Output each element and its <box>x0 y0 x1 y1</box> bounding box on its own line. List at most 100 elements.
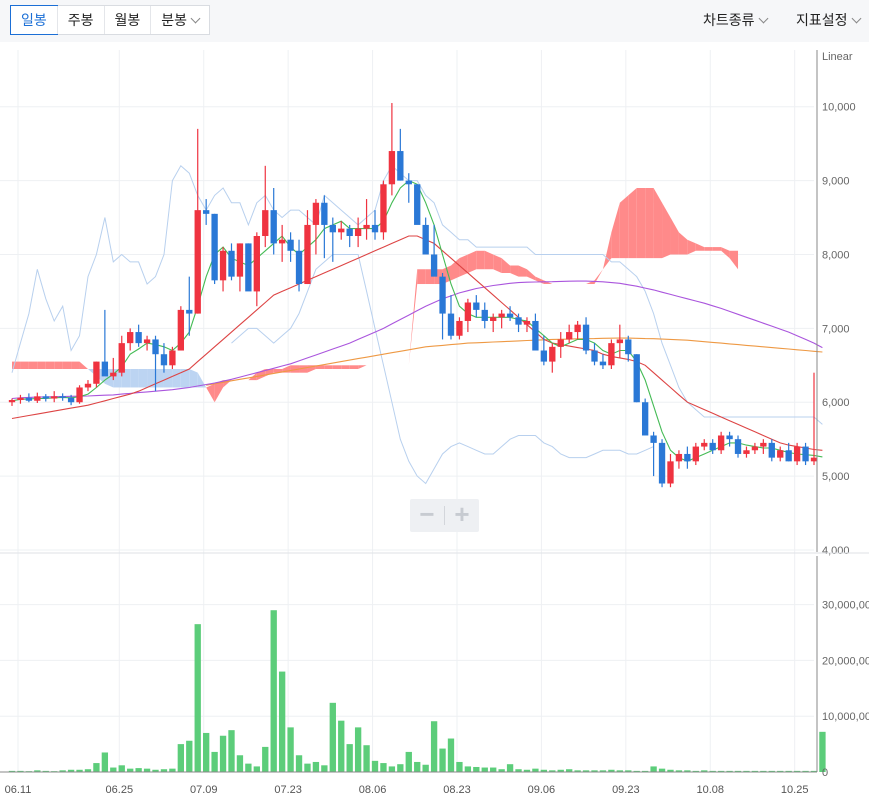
volume-bar <box>380 763 387 772</box>
candle-body <box>194 210 201 314</box>
candle <box>219 247 227 292</box>
price-tick-label: 8,000 <box>822 249 850 261</box>
candle-body <box>515 317 522 325</box>
candle-body <box>523 320 531 325</box>
candle <box>194 128 201 314</box>
candle <box>802 442 809 466</box>
candle-body <box>751 446 759 451</box>
candle-body <box>127 332 134 344</box>
volume-bar <box>253 766 260 772</box>
candle-body <box>177 309 185 351</box>
zoom-in-button[interactable]: + <box>445 499 479 532</box>
candle <box>388 103 396 196</box>
ichimoku-cloud-segment <box>484 250 494 270</box>
candle <box>25 393 33 403</box>
candle-body <box>667 461 674 484</box>
candle-body <box>76 387 83 403</box>
candle-body <box>371 224 379 233</box>
ichimoku-cloud-segment <box>138 368 148 388</box>
volume-bar <box>473 766 480 772</box>
candle-body <box>793 446 801 462</box>
chart-type-menu[interactable]: 차트종류 <box>703 10 768 30</box>
candle <box>760 439 767 454</box>
candle <box>675 450 683 469</box>
volume-bar <box>439 748 446 772</box>
volume-bar <box>490 767 497 772</box>
candle-body <box>346 228 353 237</box>
ichimoku-cloud-segment <box>695 243 705 251</box>
tab-minute-label: 분봉 <box>161 12 188 28</box>
candle <box>447 295 455 340</box>
volume-bar <box>430 721 438 772</box>
candle-body <box>414 184 421 225</box>
tab-minute[interactable]: 분봉 <box>150 6 209 34</box>
time-tick-label: 08.23 <box>443 784 471 796</box>
volume-tick-label: 20,000,00 <box>822 655 869 667</box>
volume-bar <box>236 755 244 772</box>
candle-body <box>42 396 49 399</box>
volume-tick-label: 30,000,00 <box>822 600 869 612</box>
ichimoku-cloud-segment <box>645 187 654 259</box>
candle-body <box>608 343 615 366</box>
volume-bar <box>422 764 429 772</box>
volume-bar <box>447 738 455 772</box>
candle-body <box>777 450 784 458</box>
candle <box>245 243 252 292</box>
volume-bar <box>506 764 514 772</box>
volume-bar <box>93 763 100 772</box>
ichimoku-cloud-segment <box>518 265 527 277</box>
candle <box>684 446 691 469</box>
candle-body <box>709 442 716 451</box>
candle <box>566 324 573 344</box>
candle-body <box>287 239 294 251</box>
candle-body <box>464 302 472 321</box>
volume-bar <box>650 766 657 772</box>
volume-bar <box>118 765 125 772</box>
volume-bar <box>101 752 109 772</box>
candle <box>101 309 109 377</box>
candle <box>380 180 387 240</box>
zoom-out-button[interactable]: − <box>410 499 444 532</box>
volume-bar <box>110 767 117 772</box>
candle-body <box>211 213 218 281</box>
candle-body <box>59 396 66 398</box>
time-tick-label: 09.23 <box>612 784 640 796</box>
candle <box>582 317 590 355</box>
stock-chart[interactable]: 4,000 5,000 6,000 7,000 8,000 9,000 10,000 Line… <box>0 42 869 806</box>
candle-body <box>540 350 548 362</box>
tab-monthly[interactable]: 월봉 <box>103 6 151 34</box>
candle <box>498 309 505 329</box>
indicator-settings-menu[interactable]: 지표설정 <box>796 10 861 30</box>
candle <box>76 385 83 404</box>
candle-body <box>278 239 286 244</box>
candle-body <box>51 396 58 399</box>
tab-daily[interactable]: 일봉 <box>10 5 58 35</box>
ichimoku-cloud-segment <box>602 232 612 270</box>
candle-body <box>295 250 303 285</box>
candle <box>490 313 497 333</box>
candle-body <box>498 313 505 318</box>
ichimoku-cloud-segment <box>670 217 679 255</box>
candle <box>481 302 488 329</box>
candle-body <box>101 361 109 377</box>
candle-body <box>143 339 151 344</box>
ichimoku-cloud-segment <box>45 361 55 369</box>
price-axis-scale-label: Linear <box>822 51 853 63</box>
tab-weekly[interactable]: 주봉 <box>56 6 104 34</box>
candle-body <box>506 313 514 318</box>
ichimoku-cloud-segment <box>189 368 198 388</box>
ichimoku-cloud-segment <box>501 258 511 273</box>
candle <box>93 361 100 388</box>
candle <box>177 306 185 351</box>
candle <box>667 453 674 488</box>
candle-body <box>625 339 632 355</box>
ichimoku-cloud-segment <box>155 368 164 388</box>
candle-body <box>84 383 92 388</box>
candle <box>51 391 58 403</box>
ichimoku-cloud-segment <box>526 269 536 281</box>
candle <box>414 184 421 225</box>
ichimoku-cloud-segment <box>678 232 688 255</box>
ma20-line <box>11 235 823 451</box>
volume-bar <box>532 768 539 772</box>
candle-body <box>236 243 244 277</box>
